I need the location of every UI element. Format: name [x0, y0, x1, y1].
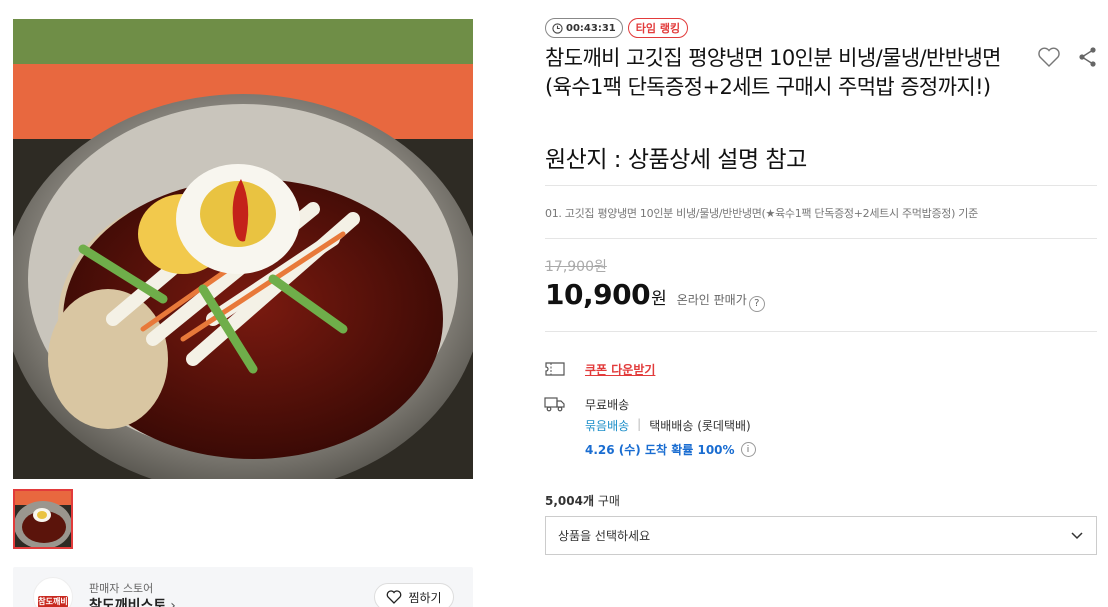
- purchase-count-label: 구매: [597, 494, 620, 508]
- purchase-count: 5,004개 구매: [545, 492, 620, 509]
- free-shipping-text: 무료배송: [585, 398, 630, 412]
- purchase-count-value: 5,004개: [545, 494, 594, 508]
- truck-icon: [544, 397, 565, 412]
- seller-label: 판매자 스토어: [89, 582, 154, 595]
- heart-icon[interactable]: [1037, 46, 1061, 68]
- origin-info: 원산지 : 상품상세 설명 참고: [545, 147, 807, 173]
- option-description: 01. 고깃집 평양냉면 10인분 비냉/물냉/반반냉면(★육수1팩 단독증정+…: [545, 207, 978, 220]
- arrival-text: 4.26 (수) 도착 확률 100%: [585, 443, 735, 457]
- info-icon[interactable]: i: [740, 442, 756, 457]
- help-icon[interactable]: ?: [748, 295, 765, 312]
- share-icon[interactable]: [1078, 46, 1098, 68]
- divider: [545, 331, 1097, 332]
- arrival-estimate: 4.26 (수) 도착 확률 100% i: [585, 441, 756, 458]
- heart-plus-icon: [387, 590, 402, 604]
- product-main-image: [13, 19, 473, 479]
- option-select[interactable]: 상품을 선택하세요: [545, 516, 1097, 555]
- bundle-shipping-link[interactable]: 묶음배송: [585, 417, 629, 434]
- option-select-placeholder: 상품을 선택하세요: [558, 529, 651, 543]
- chevron-down-icon: [1071, 532, 1083, 540]
- divider: [545, 238, 1097, 239]
- divider: [545, 185, 1097, 186]
- price-unit: 원: [651, 289, 667, 309]
- time-ranking-badge[interactable]: 타임 랭킹: [627, 18, 689, 38]
- courier-text: 택배배송 (롯데택배): [649, 419, 751, 433]
- seller-name-link[interactable]: 참도깨비스토 ›: [89, 595, 176, 607]
- price-row: 10,900 원 온라인 판매가 ?: [545, 278, 765, 312]
- badge-row: 00:43:31 타임 랭킹: [545, 18, 689, 38]
- shipping-method-row: 묶음배송 | 택배배송 (롯데택배): [585, 417, 751, 434]
- seller-store-box: 참도깨비 판매자 스토어 참도깨비스토 › 찜하기: [13, 567, 473, 607]
- coupon-download-link[interactable]: 쿠폰 다운받기: [585, 361, 655, 378]
- favorite-label: 찜하기: [408, 590, 442, 605]
- chevron-right-icon: ›: [170, 598, 176, 607]
- timer-text: 00:43:31: [566, 22, 616, 34]
- clock-icon: [552, 22, 563, 34]
- seller-logo-text: 참도깨비: [38, 596, 68, 607]
- product-title: 참도깨비 고깃집 평양냉면 10인분 비냉/물냉/반반냉면 (육수1팩 단독증정…: [545, 46, 1002, 99]
- separator: |: [637, 417, 642, 431]
- seller-logo[interactable]: 참도깨비: [33, 577, 73, 607]
- coupon-icon: [545, 362, 565, 376]
- sale-price: 10,900: [545, 278, 651, 311]
- seller-name: 참도깨비스토: [89, 598, 167, 607]
- favorite-store-button[interactable]: 찜하기: [374, 583, 454, 607]
- product-thumbnail[interactable]: [13, 489, 73, 549]
- original-price: 17,900원: [545, 259, 607, 275]
- online-price-label: 온라인 판매가: [676, 293, 747, 307]
- time-deal-timer: 00:43:31: [545, 18, 623, 38]
